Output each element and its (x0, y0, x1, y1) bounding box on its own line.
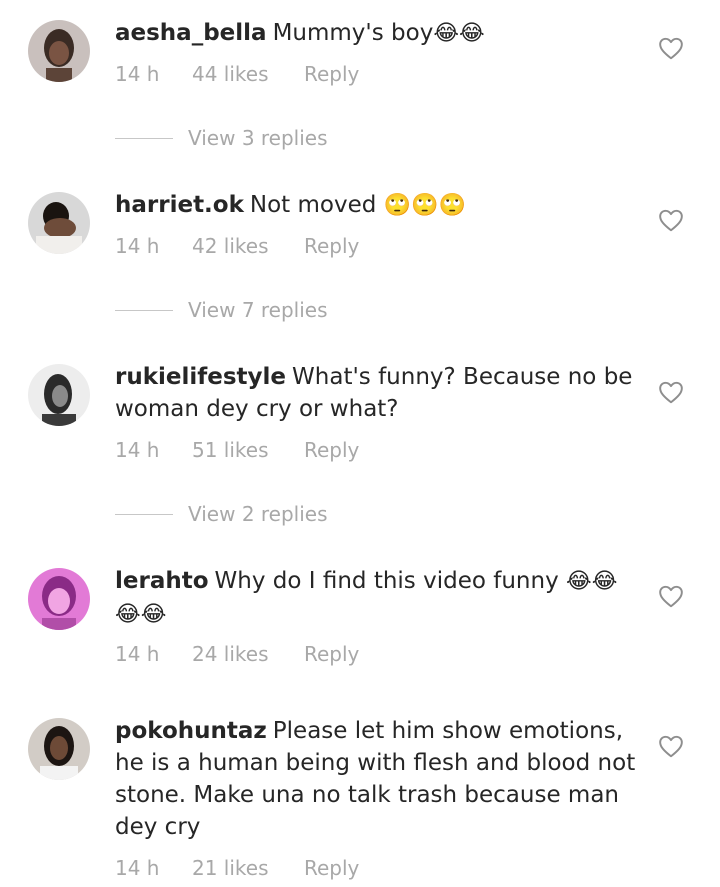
comment-meta: 14 h 44 likes Reply (115, 62, 359, 86)
reply-button[interactable]: Reply (304, 62, 359, 86)
reply-button[interactable]: Reply (304, 642, 359, 666)
reply-button[interactable]: Reply (304, 234, 359, 258)
comment-meta: 14 h 42 likes Reply (115, 234, 359, 258)
replies-divider (115, 309, 173, 311)
comment-username[interactable]: aesha_bella (115, 20, 267, 46)
heart-icon[interactable] (658, 208, 684, 232)
comment-text: lerahto Why do I find this video funny 😂😂… (115, 565, 650, 631)
comment-text: aesha_bella Mummy's boy😂😂 (115, 17, 650, 50)
comment-body: Why do I find this video funny (214, 568, 559, 594)
comment-likes[interactable]: 24 likes (192, 642, 304, 666)
view-replies-button[interactable]: View 3 replies (115, 126, 328, 150)
heart-icon[interactable] (658, 36, 684, 60)
heart-icon[interactable] (658, 380, 684, 404)
comment-text: pokohuntaz Please let him show emotions, … (115, 715, 650, 843)
comment-username[interactable]: pokohuntaz (115, 718, 267, 744)
comment-time: 14 h (115, 642, 160, 666)
comment-time: 14 h (115, 856, 160, 880)
comment-time: 14 h (115, 234, 160, 258)
avatar[interactable] (28, 718, 90, 780)
comment-meta: 14 h 51 likes Reply (115, 438, 359, 462)
avatar[interactable] (28, 20, 90, 82)
comment-body: Not moved (249, 192, 377, 218)
comment-meta: 14 h 24 likes Reply (115, 642, 359, 666)
comment-username[interactable]: harriet.ok (115, 192, 244, 218)
comment-emoji: 🙄🙄🙄 (383, 193, 466, 218)
view-replies-label: View 2 replies (188, 502, 328, 526)
comment-time: 14 h (115, 438, 160, 462)
comment-time: 14 h (115, 62, 160, 86)
comment-emoji: 😂😂 (433, 21, 485, 46)
view-replies-label: View 3 replies (188, 126, 328, 150)
comment-username[interactable]: lerahto (115, 568, 209, 594)
view-replies-label: View 7 replies (188, 298, 328, 322)
comment-body: Mummy's boy (272, 20, 434, 46)
comment-likes[interactable]: 44 likes (192, 62, 304, 86)
comment-likes[interactable]: 21 likes (192, 856, 304, 880)
comment-username[interactable]: rukielifestyle (115, 364, 286, 390)
avatar[interactable] (28, 568, 90, 630)
avatar[interactable] (28, 192, 90, 254)
heart-icon[interactable] (658, 584, 684, 608)
comment-text: rukielifestyle What's funny? Because no b… (115, 361, 650, 425)
comment-likes[interactable]: 51 likes (192, 438, 304, 462)
avatar[interactable] (28, 364, 90, 426)
reply-button[interactable]: Reply (304, 856, 359, 880)
replies-divider (115, 137, 173, 139)
comment-meta: 14 h 21 likes Reply (115, 856, 359, 880)
comment-likes[interactable]: 42 likes (192, 234, 304, 258)
comment-text: harriet.ok Not moved 🙄🙄🙄 (115, 189, 650, 222)
view-replies-button[interactable]: View 7 replies (115, 298, 328, 322)
heart-icon[interactable] (658, 734, 684, 758)
view-replies-button[interactable]: View 2 replies (115, 502, 328, 526)
reply-button[interactable]: Reply (304, 438, 359, 462)
replies-divider (115, 513, 173, 515)
